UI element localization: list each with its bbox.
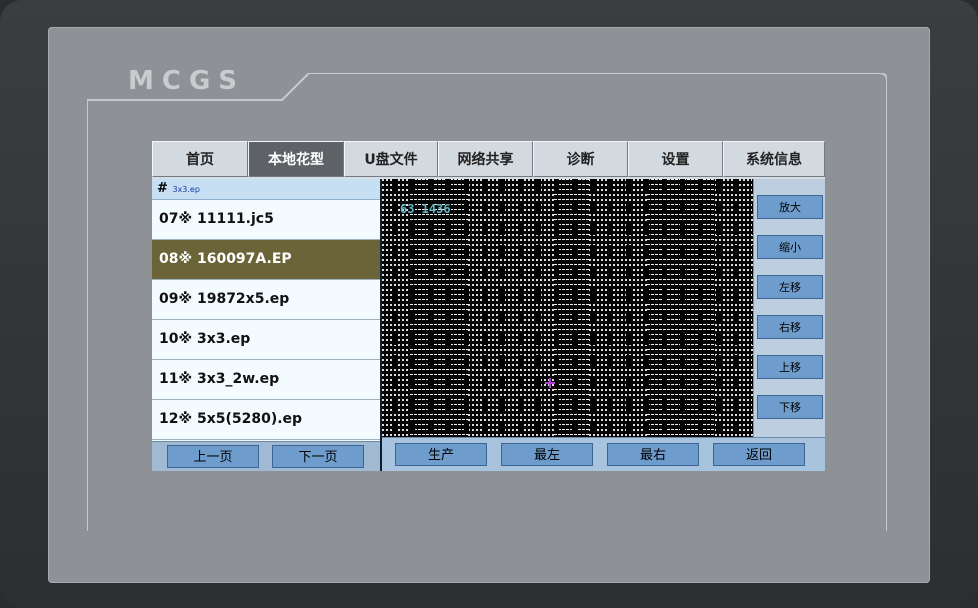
- path-hash: #: [157, 181, 168, 196]
- next-page-button[interactable]: 下一页: [272, 445, 364, 468]
- action-button-0[interactable]: 生产: [395, 443, 487, 466]
- file-list-panel: # 3x3.ep 07※ 11111.jc5 08※ 160097A.EP 09※ …: [152, 179, 380, 471]
- prev-page-button[interactable]: 上一页: [167, 445, 259, 468]
- file-item[interactable]: 10※ 3x3.ep: [152, 320, 380, 360]
- file-item[interactable]: 12※ 5x5(5280).ep: [152, 400, 380, 440]
- view-button-3[interactable]: 右移: [757, 315, 823, 339]
- action-button-2[interactable]: 最右: [607, 443, 699, 466]
- path-file: 3x3.ep: [172, 185, 200, 194]
- tab-6[interactable]: 系统信息: [723, 141, 825, 177]
- view-controls: 放大缩小左移右移上移下移: [753, 179, 825, 437]
- file-list: 07※ 11111.jc5 08※ 160097A.EP 09※ 19872x5.e…: [152, 200, 380, 440]
- file-item[interactable]: 07※ 11111.jc5: [152, 200, 380, 240]
- tab-0[interactable]: 首页: [152, 141, 248, 177]
- pager-bar: 上一页 下一页: [152, 441, 380, 471]
- file-item[interactable]: 08※ 160097A.EP: [152, 240, 380, 280]
- tab-1[interactable]: 本地花型: [248, 141, 344, 177]
- view-button-4[interactable]: 上移: [757, 355, 823, 379]
- pattern-preview[interactable]: [382, 179, 753, 437]
- action-bar: 生产 最左 最右 返回: [382, 437, 825, 471]
- view-button-5[interactable]: 下移: [757, 395, 823, 419]
- cursor-marker-icon: [545, 378, 555, 388]
- view-button-1[interactable]: 缩小: [757, 235, 823, 259]
- coordinate-readout: 63 1436: [400, 202, 451, 216]
- file-item[interactable]: 09※ 19872x5.ep: [152, 280, 380, 320]
- view-button-0[interactable]: 放大: [757, 195, 823, 219]
- view-button-2[interactable]: 左移: [757, 275, 823, 299]
- file-item[interactable]: 11※ 3x3_2w.ep: [152, 360, 380, 400]
- current-path: # 3x3.ep: [152, 179, 380, 200]
- hmi-screen: 首页 本地花型 U盘文件 网络共享 诊断 设置 系统信息 # 3x3.ep 07※ 1111…: [152, 141, 825, 471]
- action-button-1[interactable]: 最左: [501, 443, 593, 466]
- top-tabs: 首页 本地花型 U盘文件 网络共享 诊断 设置 系统信息: [152, 141, 825, 179]
- tab-4[interactable]: 诊断: [533, 141, 628, 177]
- tab-3[interactable]: 网络共享: [438, 141, 533, 177]
- action-button-3[interactable]: 返回: [713, 443, 805, 466]
- tab-5[interactable]: 设置: [628, 141, 723, 177]
- tab-2[interactable]: U盘文件: [344, 141, 438, 177]
